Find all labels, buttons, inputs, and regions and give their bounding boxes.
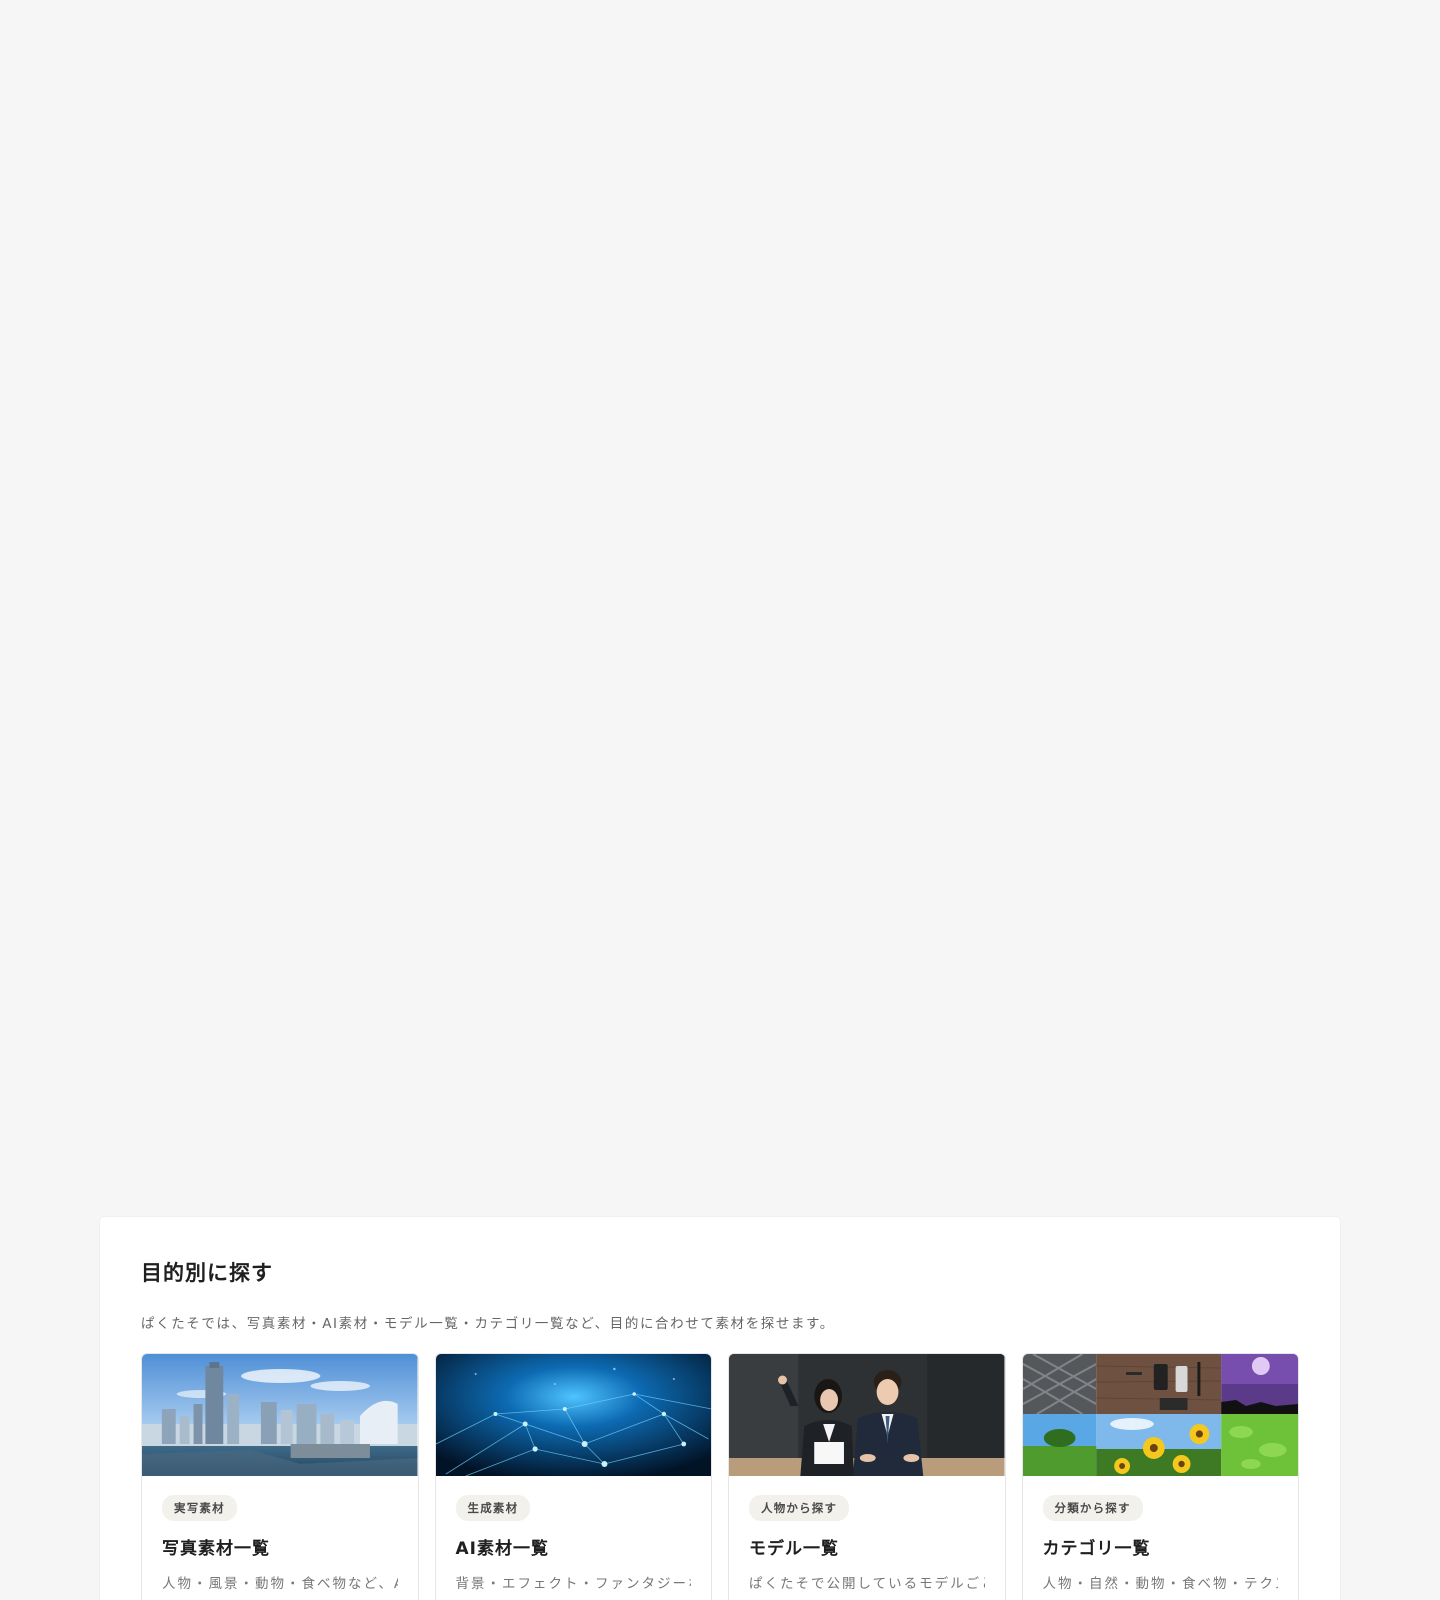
blue-network-image (435, 1354, 711, 1477)
business-people-image (729, 1354, 1005, 1477)
card-tag: 実写素材 (162, 1495, 237, 1522)
card-title: AI素材一覧 (455, 1539, 549, 1560)
card-tag: 人物から探す (749, 1495, 850, 1522)
card-description: 背景・エフェクト・ファンタジーな (455, 1576, 692, 1593)
section-title: 目的別に探す (141, 1261, 273, 1285)
card-title: モデル一覧 (749, 1539, 839, 1560)
card-ai-materials[interactable]: 生成素材 AI素材一覧 背景・エフェクト・ファンタジーな (434, 1353, 712, 1600)
card-list: 実写素材 写真素材一覧 人物・風景・動物・食べ物など、AI 生成素材 AI素材一… (141, 1353, 1299, 1600)
card-description: ぱくたそで公開しているモデルごと (749, 1576, 985, 1593)
card-photo-materials[interactable]: 実写素材 写真素材一覧 人物・風景・動物・食べ物など、AI (141, 1353, 419, 1600)
card-tag: 生成素材 (455, 1495, 531, 1522)
section-description: ぱくたそでは、写真素材・AI素材・モデル一覧・カテゴリ一覧など、目的に合わせて素… (141, 1316, 835, 1333)
card-description: 人物・自然・動物・食べ物・テクス (1042, 1576, 1279, 1593)
city-skyline-image (142, 1354, 418, 1477)
card-title: カテゴリ一覧 (1042, 1539, 1151, 1560)
card-description: 人物・風景・動物・食べ物など、AI (162, 1576, 398, 1593)
card-title: 写真素材一覧 (162, 1539, 270, 1560)
category-collage-image (1022, 1354, 1298, 1477)
card-category-list[interactable]: 分類から探す カテゴリ一覧 人物・自然・動物・食べ物・テクス (1021, 1353, 1299, 1600)
card-model-list[interactable]: 人物から探す モデル一覧 ぱくたそで公開しているモデルごと (728, 1353, 1006, 1600)
card-tag: 分類から探す (1042, 1495, 1143, 1522)
page: 目的別に探す ぱくたそでは、写真素材・AI素材・モデル一覧・カテゴリ一覧など、目… (0, 0, 1440, 1600)
purpose-search-section: 目的別に探す ぱくたそでは、写真素材・AI素材・モデル一覧・カテゴリ一覧など、目… (100, 1217, 1340, 1600)
